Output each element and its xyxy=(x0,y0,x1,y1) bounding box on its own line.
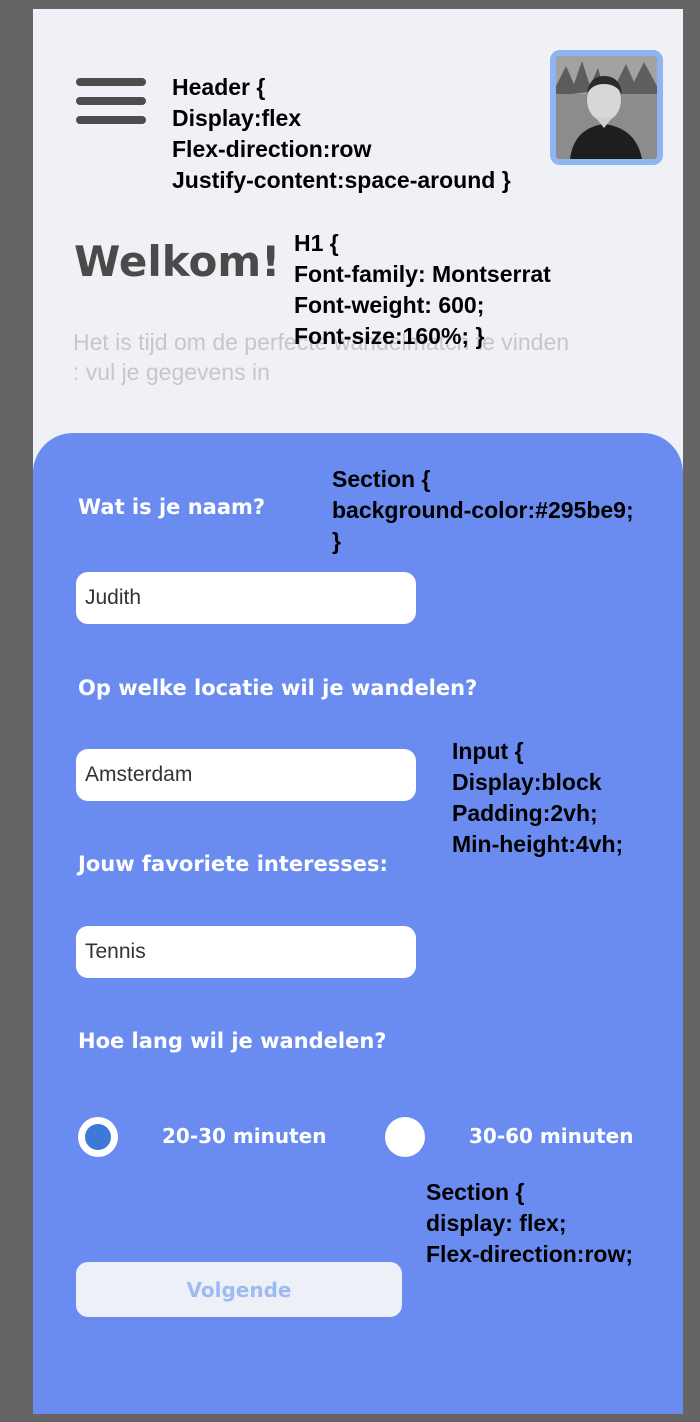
h1-css-annotation: H1 { Font-family: Montserrat Font-weight… xyxy=(294,230,551,349)
page-title: Welkom! xyxy=(74,237,281,286)
section-css-annotation: Section { background-color:#295be9; } xyxy=(332,466,634,554)
hamburger-menu-icon[interactable] xyxy=(76,78,146,130)
radio-label-30-60: 30-60 minuten xyxy=(469,1124,634,1148)
input-css-annotation: Input { Display:block Padding:2vh; Min-h… xyxy=(452,738,624,857)
next-button[interactable]: Volgende xyxy=(76,1262,402,1317)
phone-frame: Header { Display:flex Flex-direction:row… xyxy=(33,9,683,1414)
header-css-annotation: Header { Display:flex Flex-direction:row… xyxy=(172,74,511,193)
location-label: Op welke locatie wil je wandelen? xyxy=(78,676,478,700)
interests-input[interactable] xyxy=(76,926,416,978)
interests-label: Jouw favoriete interesses: xyxy=(78,852,388,876)
radio-label-20-30: 20-30 minuten xyxy=(162,1124,327,1148)
radio-30-60[interactable] xyxy=(385,1117,425,1157)
menu-bar xyxy=(76,97,146,105)
name-label: Wat is je naam? xyxy=(78,495,266,519)
duration-radio-group: 20-30 minuten 30-60 minuten xyxy=(76,1117,676,1159)
duration-label: Hoe lang wil je wandelen? xyxy=(78,1029,387,1053)
avatar-photo xyxy=(556,56,657,159)
avatar[interactable] xyxy=(550,50,663,165)
menu-bar xyxy=(76,78,146,86)
radio-20-30[interactable] xyxy=(78,1117,118,1157)
section-flex-css-annotation: Section { display: flex; Flex-direction:… xyxy=(426,1179,634,1267)
location-input[interactable] xyxy=(76,749,416,801)
name-input[interactable] xyxy=(76,572,416,624)
menu-bar xyxy=(76,116,146,124)
